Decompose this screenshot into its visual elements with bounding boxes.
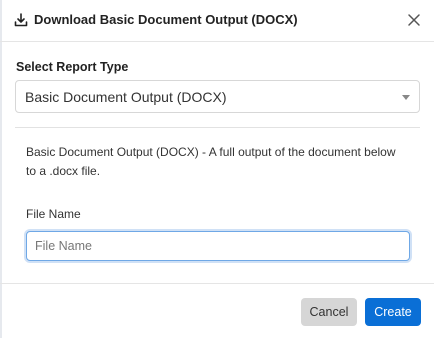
chevron-down-icon xyxy=(402,95,410,100)
dialog-title: Download Basic Document Output (DOCX) xyxy=(34,12,298,27)
report-type-select[interactable]: Basic Document Output (DOCX) xyxy=(15,80,420,113)
report-type-selected-value: Basic Document Output (DOCX) xyxy=(25,89,227,105)
dialog-header: Download Basic Document Output (DOCX) xyxy=(0,0,434,42)
report-type-label: Select Report Type xyxy=(16,60,129,74)
file-name-label: File Name xyxy=(26,207,81,221)
section-divider xyxy=(15,127,420,128)
download-icon xyxy=(14,13,28,27)
create-button[interactable]: Create xyxy=(365,298,421,326)
report-description: Basic Document Output (DOCX) - A full ou… xyxy=(26,145,396,178)
download-dialog: Download Basic Document Output (DOCX) Se… xyxy=(0,0,434,338)
close-icon[interactable] xyxy=(406,12,422,28)
cancel-button[interactable]: Cancel xyxy=(301,298,357,326)
file-name-input[interactable] xyxy=(26,231,410,261)
dialog-footer: Cancel Create xyxy=(0,283,434,338)
